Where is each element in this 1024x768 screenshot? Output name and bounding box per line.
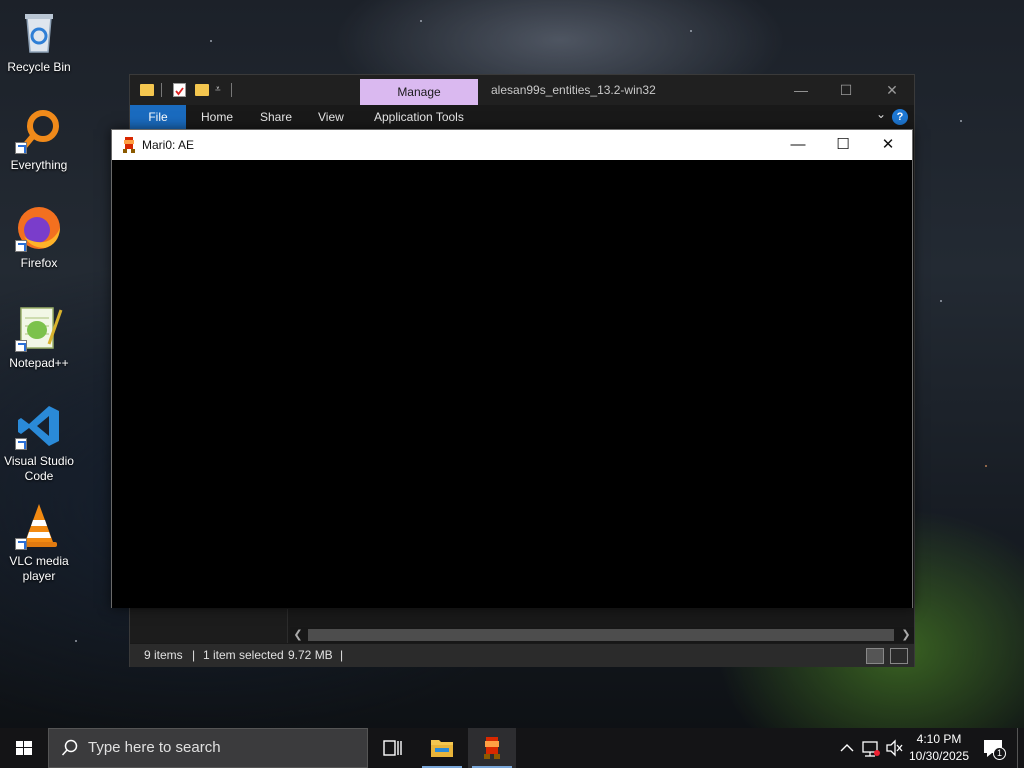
large-icons-view-icon[interactable] bbox=[890, 648, 908, 664]
desktop-icon-label: Recycle Bin bbox=[7, 60, 71, 74]
properties-icon[interactable] bbox=[173, 83, 186, 97]
new-folder-icon[interactable] bbox=[195, 84, 209, 96]
mario-icon bbox=[122, 137, 136, 153]
navigation-pane[interactable] bbox=[130, 609, 288, 643]
chevron-up-icon bbox=[840, 744, 854, 752]
desktop-icon-firefox[interactable]: Firefox bbox=[2, 204, 76, 271]
mario-icon bbox=[484, 737, 500, 759]
network-icon bbox=[862, 741, 880, 757]
scroll-left-icon[interactable]: ❮ bbox=[290, 627, 306, 643]
action-center-button[interactable]: 1 bbox=[980, 728, 1008, 768]
status-divider: | bbox=[340, 648, 344, 662]
status-divider: | bbox=[192, 648, 196, 662]
vscode-icon bbox=[15, 402, 63, 450]
tab-file[interactable]: File bbox=[130, 105, 186, 129]
toolbar-divider bbox=[231, 83, 232, 97]
show-desktop-button[interactable] bbox=[1017, 728, 1024, 768]
notepad-plus-plus-icon bbox=[15, 304, 63, 352]
shortcut-arrow-icon bbox=[15, 538, 27, 550]
desktop-icon-notepad-plus-plus[interactable]: Notepad++ bbox=[2, 304, 76, 371]
folder-icon bbox=[140, 84, 154, 96]
desktop-icon-vscode[interactable]: Visual Studio Code bbox=[2, 402, 76, 484]
network-status[interactable] bbox=[860, 728, 882, 768]
show-hidden-icons-button[interactable] bbox=[836, 728, 858, 768]
desktop-icon-label: Everything bbox=[10, 158, 68, 172]
desktop-icon-label: Firefox bbox=[20, 256, 58, 270]
customize-toolbar-icon[interactable]: ⩡ bbox=[215, 84, 221, 100]
close-button[interactable]: ✕ bbox=[865, 130, 911, 160]
clock-date: 10/30/2025 bbox=[908, 749, 970, 763]
desktop-icon-label: Visual Studio Code bbox=[4, 454, 74, 483]
shortcut-arrow-icon bbox=[15, 340, 27, 352]
desktop-icon-vlc[interactable]: VLC media player bbox=[2, 502, 76, 584]
shortcut-arrow-icon bbox=[15, 142, 27, 154]
desktop-icon-label: VLC media player bbox=[9, 554, 69, 583]
details-view-icon[interactable] bbox=[866, 648, 884, 664]
search-icon bbox=[61, 739, 78, 756]
windows-logo-icon bbox=[16, 741, 32, 755]
scroll-right-icon[interactable]: ❯ bbox=[898, 627, 914, 643]
desktop-icon-everything[interactable]: Everything bbox=[2, 106, 76, 173]
selected-count: 1 item selected bbox=[203, 648, 284, 662]
folder-icon bbox=[431, 740, 453, 757]
start-button[interactable] bbox=[0, 728, 48, 768]
mari0-game-window[interactable]: Mari0: AE — ☐ ✕ bbox=[111, 129, 913, 608]
selected-size: 9.72 MB bbox=[288, 648, 333, 662]
minimize-button[interactable]: — bbox=[778, 75, 824, 105]
game-canvas[interactable] bbox=[112, 160, 912, 608]
desktop-icon-recycle-bin[interactable]: Recycle Bin bbox=[2, 8, 76, 75]
help-icon[interactable]: ? bbox=[892, 109, 908, 125]
taskbar-mari0[interactable] bbox=[468, 728, 516, 768]
explorer-titlebar[interactable]: ⩡ Manage alesan99s_entities_13.2-win32 —… bbox=[130, 75, 914, 105]
maximize-button[interactable]: ☐ bbox=[823, 75, 869, 105]
desktop-icon-label: Notepad++ bbox=[9, 356, 69, 370]
close-button[interactable]: ✕ bbox=[869, 75, 915, 105]
taskbar-clock[interactable]: 4:10 PM 10/30/2025 bbox=[902, 731, 976, 765]
task-view-button[interactable] bbox=[368, 728, 416, 768]
taskbar-search-box[interactable]: Type here to search bbox=[48, 728, 368, 768]
maximize-button[interactable]: ☐ bbox=[820, 130, 866, 160]
task-view-icon bbox=[383, 740, 402, 756]
search-placeholder: Type here to search bbox=[88, 739, 221, 756]
volume-muted-icon bbox=[886, 739, 903, 757]
clock-time: 4:10 PM bbox=[916, 732, 962, 746]
tab-application-tools[interactable]: Application Tools bbox=[360, 105, 478, 129]
status-bar: 9 items | 1 item selected 9.72 MB | bbox=[130, 644, 914, 667]
game-titlebar[interactable]: Mari0: AE — ☐ ✕ bbox=[112, 130, 912, 160]
vlc-cone-icon bbox=[15, 502, 63, 550]
tab-share[interactable]: Share bbox=[246, 105, 306, 129]
firefox-icon bbox=[15, 204, 63, 252]
volume-control[interactable] bbox=[884, 728, 904, 768]
tab-view[interactable]: View bbox=[304, 105, 358, 129]
minimize-button[interactable]: — bbox=[775, 130, 821, 160]
item-count: 9 items bbox=[144, 648, 183, 662]
shortcut-arrow-icon bbox=[15, 438, 27, 450]
explorer-window-title: alesan99s_entities_13.2-win32 bbox=[491, 83, 656, 97]
recycle-bin-icon bbox=[15, 8, 63, 56]
tab-manage[interactable]: Manage bbox=[360, 79, 478, 105]
explorer-ribbon: File Home Share View Application Tools ⌄… bbox=[130, 105, 914, 129]
chevron-down-icon[interactable]: ⌄ bbox=[876, 107, 886, 121]
shortcut-arrow-icon bbox=[15, 240, 27, 252]
game-window-title: Mari0: AE bbox=[142, 138, 195, 152]
scrollbar-thumb[interactable] bbox=[308, 629, 894, 641]
tab-home[interactable]: Home bbox=[187, 105, 247, 129]
toolbar-divider bbox=[161, 83, 162, 97]
horizontal-scrollbar[interactable]: ❮ ❯ bbox=[290, 627, 914, 643]
taskbar-file-explorer[interactable] bbox=[418, 728, 466, 768]
magnifier-icon bbox=[15, 106, 63, 154]
notification-count: 1 bbox=[993, 747, 1006, 760]
taskbar: Type here to search 4:10 PM 10/30/2025 1 bbox=[0, 728, 1024, 768]
